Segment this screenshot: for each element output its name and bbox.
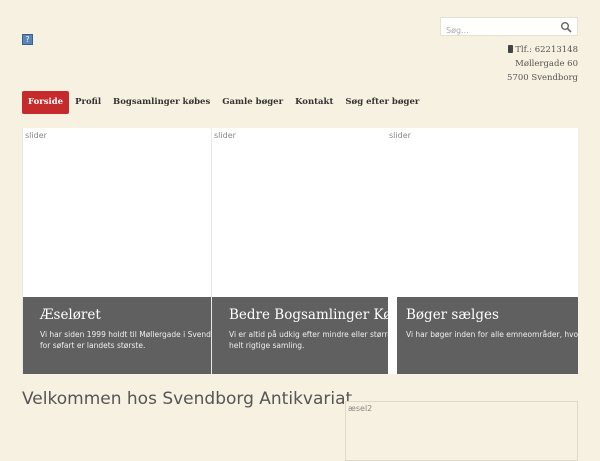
side-image-label: æsel2	[348, 404, 373, 413]
nav-item-kontakt[interactable]: Kontakt	[289, 91, 339, 114]
nav-item-forside[interactable]: Forside	[22, 91, 70, 114]
main-nav: Forside Profil Bogsamlinger købes Gamle …	[22, 91, 425, 114]
search-input[interactable]	[441, 22, 556, 39]
nav-item-sog-efter-boger[interactable]: Søg efter bøger	[339, 91, 425, 114]
slide-1[interactable]: slider Æseløret Vi har siden 1999 holdt …	[22, 128, 211, 374]
slide-caption: Bøger sælges Vi har bøger inden for alle…	[397, 297, 578, 374]
page-title: Velkommen hos Svendborg Antikvariat	[22, 389, 353, 409]
slide-3[interactable]: slider Bøger sælges Vi har bøger inden f…	[388, 128, 578, 374]
search-icon[interactable]	[560, 21, 572, 33]
slide-image-label: slider	[25, 131, 47, 140]
slide-text: Vi har bøger inden for alle emneområder,…	[406, 330, 578, 339]
phone-icon	[508, 45, 514, 53]
city-address: 5700 Svendborg	[507, 73, 578, 83]
slide-text: Vi er altid på udkig efter mindre eller …	[229, 330, 388, 350]
street-address: Møllergade 60	[515, 59, 578, 69]
side-image: æsel2	[345, 401, 578, 461]
slide-image-label: slider	[389, 131, 411, 140]
nav-item-gamle-boger[interactable]: Gamle bøger	[216, 91, 289, 114]
slide-image-label: slider	[214, 131, 236, 140]
search-box[interactable]	[440, 17, 578, 39]
slide-title: Æseløret	[40, 307, 101, 323]
contact-info: Tlf.: 62213148 Møllergade 60 5700 Svendb…	[507, 43, 578, 85]
slide-caption: Æseløret Vi har siden 1999 holdt til Møl…	[23, 297, 211, 374]
nav-item-profil[interactable]: Profil	[69, 91, 107, 114]
slide-title: Bedre Bogsamlinger Købes	[229, 307, 388, 323]
slide-2[interactable]: slider Bedre Bogsamlinger Købes Vi er al…	[211, 128, 388, 374]
phone-number: Tlf.: 62213148	[515, 45, 578, 55]
nav-item-bogsamlinger-kobes[interactable]: Bogsamlinger købes	[107, 91, 216, 114]
slide-title: Bøger sælges	[406, 307, 499, 323]
slide-text: Vi har siden 1999 holdt til Møllergade i…	[40, 330, 211, 350]
phone-line: Tlf.: 62213148	[507, 43, 578, 57]
broken-image-icon: ?	[22, 34, 33, 45]
image-slider[interactable]: slider Æseløret Vi har siden 1999 holdt …	[22, 128, 578, 374]
slide-caption: Bedre Bogsamlinger Købes Vi er altid på …	[212, 297, 388, 374]
